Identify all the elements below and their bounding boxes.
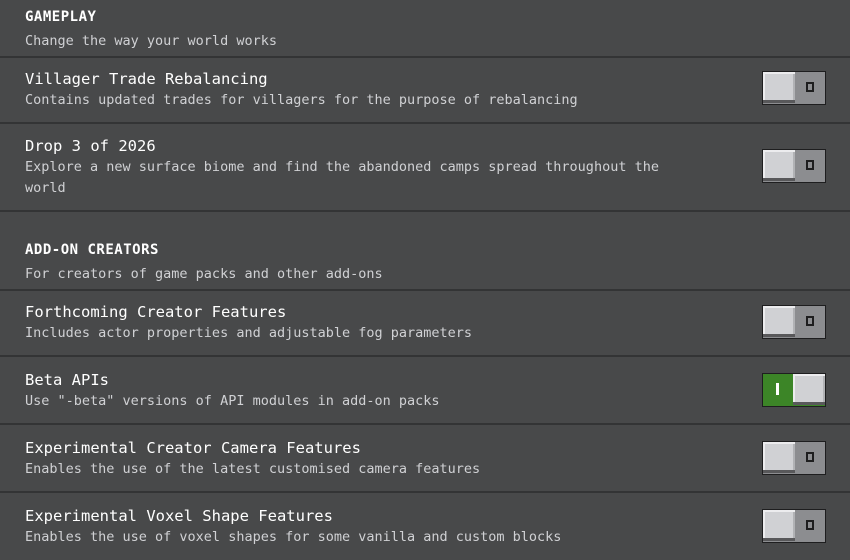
section-description-add-on-creators: For creators of game packs and other add…: [25, 266, 383, 282]
toggle-knob[interactable]: [763, 72, 795, 103]
toggle-switch-drop-3-of-2026[interactable]: [762, 149, 826, 183]
toggle-off-icon: [801, 155, 819, 173]
toggle-switch-villager-trade-rebalancing[interactable]: [762, 71, 826, 105]
toggle-off-icon: [801, 311, 819, 329]
experiment-description: Enables the use of voxel shapes for some…: [25, 529, 562, 545]
experiment-title: Drop 3 of 2026: [25, 137, 156, 155]
toggle-on-icon: [768, 379, 786, 397]
toggle-switch-forthcoming-creator-features[interactable]: [762, 305, 826, 339]
toggle-switch-experimental-creator-camera-features[interactable]: [762, 441, 826, 475]
experiment-title: Experimental Voxel Shape Features: [25, 507, 333, 525]
section-title-gameplay: GAMEPLAY: [25, 9, 97, 25]
experiment-title: Forthcoming Creator Features: [25, 303, 287, 321]
toggle-off-icon: [801, 77, 819, 95]
toggle-knob[interactable]: [763, 510, 795, 541]
experiment-row-experimental-voxel-shape-features: Experimental Voxel Shape Features Enable…: [0, 493, 850, 560]
experiment-row-forthcoming-creator-features: Forthcoming Creator Features Includes ac…: [0, 291, 850, 355]
toggle-knob[interactable]: [763, 306, 795, 337]
divider: [0, 210, 850, 212]
toggle-off-icon: [801, 515, 819, 533]
toggle-switch-beta-apis[interactable]: [762, 373, 826, 407]
experiment-title: Beta APIs: [25, 371, 109, 389]
experiment-description: Use "-beta" versions of API modules in a…: [25, 393, 440, 409]
toggle-knob[interactable]: [793, 374, 825, 405]
toggle-knob[interactable]: [763, 150, 795, 181]
experiment-title: Experimental Creator Camera Features: [25, 439, 361, 457]
experiment-title: Villager Trade Rebalancing: [25, 70, 268, 88]
experiment-description: Includes actor properties and adjustable…: [25, 325, 473, 341]
toggle-off-icon: [801, 447, 819, 465]
experiment-row-beta-apis: Beta APIs Use "-beta" versions of API mo…: [0, 357, 850, 423]
toggle-switch-experimental-voxel-shape-features[interactable]: [762, 509, 826, 543]
toggle-knob[interactable]: [763, 442, 795, 473]
experiment-row-drop-3-of-2026: Drop 3 of 2026 Explore a new surface bio…: [0, 124, 850, 210]
experiment-description: Explore a new surface biome and find the…: [25, 159, 659, 196]
experiment-description: Contains updated trades for villagers fo…: [25, 92, 578, 108]
experiment-row-experimental-creator-camera-features: Experimental Creator Camera Features Ena…: [0, 425, 850, 491]
section-title-add-on-creators: ADD-ON CREATORS: [25, 242, 159, 258]
experiment-description: Enables the use of the latest customised…: [25, 461, 481, 477]
section-description-gameplay: Change the way your world works: [25, 33, 277, 49]
experiment-row-villager-trade-rebalancing: Villager Trade Rebalancing Contains upda…: [0, 58, 850, 122]
